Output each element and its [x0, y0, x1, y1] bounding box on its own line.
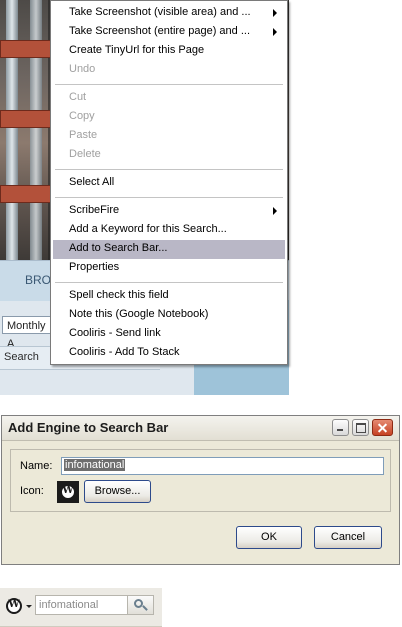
menu-item-cooliris-send[interactable]: Cooliris - Send link — [53, 325, 285, 344]
menu-item-select-all[interactable]: Select All — [53, 174, 285, 193]
dialog-titlebar[interactable]: Add Engine to Search Bar — [2, 416, 399, 441]
menu-item-label: Copy — [69, 110, 95, 122]
minimize-icon[interactable] — [332, 419, 349, 436]
search-icon-handle — [142, 605, 148, 611]
menu-item-paste: Paste — [53, 127, 285, 146]
menu-item-screenshot-visible[interactable]: Take Screenshot (visible area) and ... — [53, 4, 285, 23]
name-label: Name: — [20, 460, 53, 472]
menu-item-label: Delete — [69, 148, 101, 160]
page-search-label: Search — [4, 351, 39, 363]
name-field[interactable]: infomational — [61, 457, 384, 475]
add-engine-dialog: Add Engine to Search Bar Name: infomatio… — [1, 415, 400, 565]
menu-item-undo: Undo — [53, 61, 285, 80]
menu-separator — [55, 282, 283, 283]
menu-item-label: Paste — [69, 129, 98, 141]
menu-separator — [55, 84, 283, 85]
menu-item-properties[interactable]: Properties — [53, 259, 285, 278]
maximize-icon[interactable] — [352, 419, 369, 436]
menu-item-label: Spell check this field — [69, 289, 169, 301]
menu-item-copy: Copy — [53, 108, 285, 127]
menu-item-label: Take Screenshot (entire page) and ... — [69, 25, 250, 37]
menu-item-label: Cut — [69, 91, 87, 103]
menu-item-add-to-search-bar[interactable]: Add to Search Bar... — [53, 240, 285, 259]
name-field-value: infomational — [64, 459, 126, 471]
menu-item-label: Undo — [69, 63, 96, 75]
menu-item-cooliris-stack[interactable]: Cooliris - Add To Stack — [53, 344, 285, 363]
menu-item-add-keyword[interactable]: Add a Keyword for this Search... — [53, 221, 285, 240]
menu-item-spell-check[interactable]: Spell check this field — [53, 287, 285, 306]
wordpress-icon — [6, 598, 22, 614]
menu-item-scribefire[interactable]: ScribeFire — [53, 202, 285, 221]
menu-item-label: Note this (Google Notebook) — [69, 308, 209, 320]
wordpress-icon — [60, 484, 76, 500]
icon-label: Icon: — [20, 485, 44, 497]
menu-item-label: Add a Keyword for this Search... — [69, 223, 227, 235]
menu-item-label: Create TinyUrl for this Page — [69, 44, 205, 56]
menu-separator — [55, 169, 283, 170]
search-engine-button[interactable] — [4, 596, 34, 616]
menu-item-google-notebook[interactable]: Note this (Google Notebook) — [53, 306, 285, 325]
search-input[interactable]: infomational — [35, 595, 127, 615]
menu-item-cut: Cut — [53, 89, 285, 108]
menu-item-label: Select All — [69, 176, 115, 188]
browser-search-bar: infomational — [0, 588, 162, 627]
close-icon[interactable] — [372, 419, 393, 436]
submenu-arrow-icon — [273, 28, 277, 36]
menu-item-label: Add to Search Bar... — [69, 242, 168, 254]
cancel-button[interactable]: Cancel — [314, 526, 382, 549]
menu-item-label: Cooliris - Add To Stack — [69, 346, 180, 358]
nav-link[interactable]: BRO — [25, 273, 51, 287]
menu-item-delete: Delete — [53, 146, 285, 165]
archive-select[interactable]: Monthly A — [2, 316, 54, 350]
menu-item-label: Cooliris - Send link — [69, 327, 161, 339]
context-menu: Take Screenshot (visible area) and ... T… — [50, 0, 288, 365]
menu-item-label: Properties — [69, 261, 120, 273]
dialog-title: Add Engine to Search Bar — [8, 420, 169, 435]
menu-item-label: ScribeFire — [69, 204, 120, 216]
menu-item-tinyurl[interactable]: Create TinyUrl for this Page — [53, 42, 285, 61]
menu-separator — [55, 197, 283, 198]
engine-icon-preview — [57, 481, 79, 503]
browse-button[interactable]: Browse... — [84, 480, 151, 503]
menu-item-screenshot-entire[interactable]: Take Screenshot (entire page) and ... — [53, 23, 285, 42]
search-input-text: infomational — [39, 599, 99, 611]
submenu-arrow-icon — [273, 207, 277, 215]
chevron-down-icon — [26, 605, 32, 608]
submenu-arrow-icon — [273, 9, 277, 17]
search-go-button[interactable] — [127, 595, 154, 615]
menu-item-label: Take Screenshot (visible area) and ... — [69, 6, 251, 18]
ok-button[interactable]: OK — [236, 526, 302, 549]
